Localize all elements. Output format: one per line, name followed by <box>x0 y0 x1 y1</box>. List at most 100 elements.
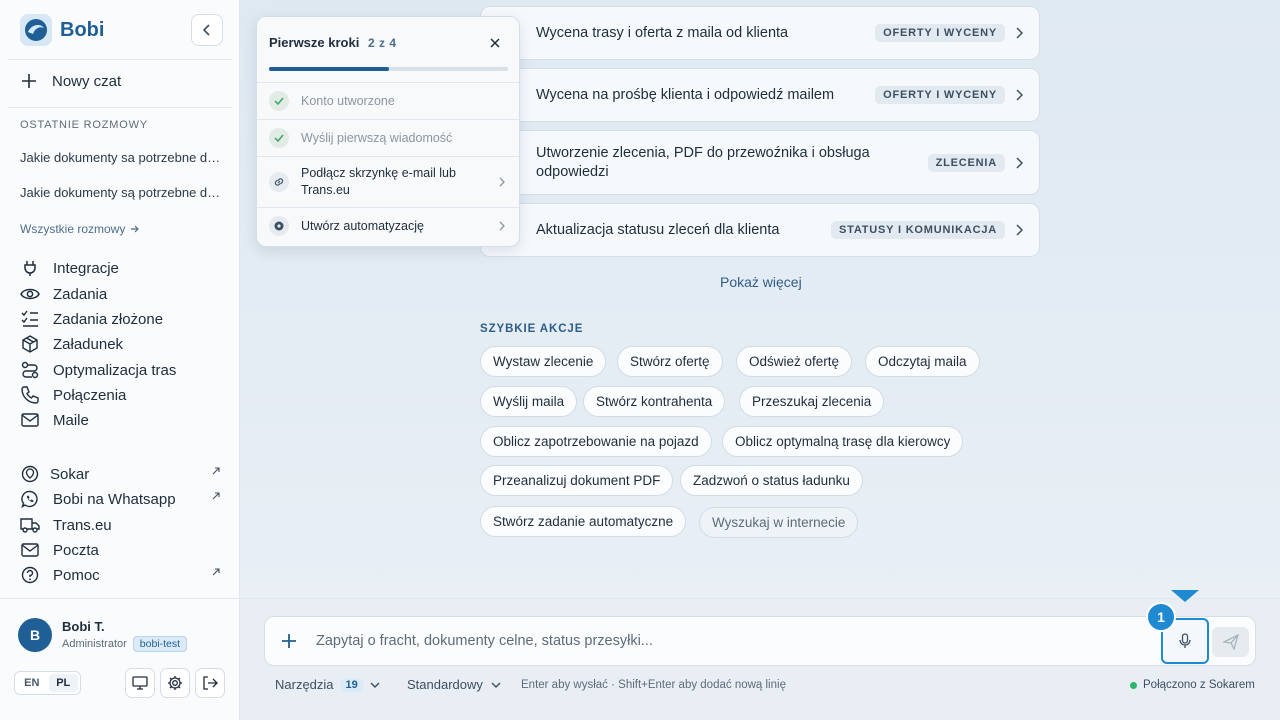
onboarding-step[interactable]: Utwórz automatyzację <box>257 207 519 244</box>
nav-item-maile[interactable]: Maile <box>20 409 220 431</box>
card-category-badge: OFERTY I WYCENY <box>875 86 1005 104</box>
recent-conversation[interactable]: Jakie dokumenty sa potrzebne do... <box>20 150 225 165</box>
quick-action-chip[interactable]: Oblicz optymalną trasę dla kierowcy <box>722 426 964 457</box>
onboarding-step[interactable]: Podłącz skrzynkę e-mail lub Trans.eu <box>257 156 519 207</box>
quick-action-chip[interactable]: Wyszukaj w internecie <box>699 507 859 538</box>
brand[interactable]: Bobi <box>20 14 104 46</box>
close-popup-button[interactable] <box>487 35 503 51</box>
phone-icon <box>20 385 40 405</box>
brand-name: Bobi <box>60 18 105 41</box>
quick-action-chip[interactable]: Przeanalizuj dokument PDF <box>480 465 674 496</box>
bobi-logo-icon <box>20 14 52 46</box>
suggestion-card[interactable]: Aktualizacja statusu zleceń dla klienta … <box>480 203 1040 257</box>
avatar: B <box>18 618 52 652</box>
onboarding-popup: Pierwsze kroki 2 z 4 Konto utworzone Wyś… <box>256 16 520 247</box>
settings-button[interactable] <box>160 668 190 698</box>
onboarding-progress-bar <box>269 67 508 71</box>
nav-item-zaladunek[interactable]: Załadunek <box>20 333 220 355</box>
route-icon <box>20 360 40 380</box>
attach-button[interactable] <box>278 630 300 652</box>
quick-action-chip[interactable]: Odśwież ofertę <box>736 346 853 377</box>
nav-item-integracje[interactable]: Integracje <box>20 257 220 279</box>
nav-label: Zadania złożone <box>53 310 164 328</box>
recent-conversation[interactable]: Jakie dokumenty są potrzebne do... <box>20 185 225 200</box>
quick-action-chip[interactable]: Stwórz zadanie automatyczne <box>480 506 687 537</box>
lang-pl-button[interactable]: PL <box>48 674 78 692</box>
nav-label: Maile <box>53 411 89 429</box>
link-whatsapp[interactable]: Bobi na Whatsapp <box>20 488 220 510</box>
collapse-sidebar-button[interactable] <box>191 14 223 46</box>
gear-icon <box>269 216 289 236</box>
nav-item-optymalizacja-tras[interactable]: Optymalizacja tras <box>20 359 220 381</box>
step-label: Konto utworzone <box>301 93 395 108</box>
all-conversations-label: Wszystkie rozmowy <box>20 222 126 236</box>
chevron-right-icon <box>499 221 505 231</box>
microphone-icon <box>1179 633 1191 648</box>
location-icon <box>20 464 40 484</box>
link-trans-eu[interactable]: Trans.eu <box>20 514 220 536</box>
new-chat-button[interactable]: Nowy czat <box>20 72 121 90</box>
user-profile[interactable]: B Bobi T. Administrator bobi-test <box>18 618 188 652</box>
display-button[interactable] <box>125 668 155 698</box>
chevron-right-icon <box>1016 27 1023 39</box>
link-poczta[interactable]: Poczta <box>20 539 220 561</box>
connection-status: Połączono z Sokarem <box>1130 679 1255 691</box>
external-link-icon <box>212 568 220 576</box>
lang-en-button[interactable]: EN <box>17 674 47 692</box>
mode-label: Standardowy <box>407 677 483 692</box>
step-label: Wyślij pierwszą wiadomość <box>301 130 453 145</box>
monitor-icon <box>132 676 148 690</box>
link-pomoc[interactable]: Pomoc <box>20 564 220 586</box>
link-sokar[interactable]: Sokar <box>20 463 220 485</box>
card-title: Aktualizacja statusu zleceń dla klienta <box>536 221 780 238</box>
quick-action-chip[interactable]: Przeszukaj zlecenia <box>739 386 885 417</box>
mode-dropdown[interactable]: Standardowy <box>407 677 501 692</box>
card-title: Wycena trasy i oferta z maila od klienta <box>536 24 789 41</box>
plus-icon <box>282 634 296 648</box>
quick-action-chip[interactable]: Stwórz ofertę <box>617 346 723 377</box>
logout-button[interactable] <box>195 668 225 698</box>
chevron-right-icon <box>1016 156 1023 169</box>
check-icon <box>269 91 289 111</box>
link-label: Pomoc <box>53 566 100 584</box>
quick-action-chip[interactable]: Wyślij maila <box>480 386 578 417</box>
link-label: Poczta <box>53 541 99 559</box>
mail-icon <box>20 410 40 430</box>
popup-title: Pierwsze kroki <box>269 35 360 50</box>
suggestion-card[interactable]: Utworzenie zlecenia, PDF do przewoźnika … <box>480 130 1040 195</box>
divider <box>0 598 240 599</box>
show-more-link[interactable]: Pokaż więcej <box>720 274 802 290</box>
quick-actions-title: SZYBKIE AKCJE <box>480 323 584 335</box>
all-conversations-link[interactable]: Wszystkie rozmowy <box>20 222 140 236</box>
arrow-right-icon <box>131 225 140 233</box>
user-role: Administrator <box>62 637 127 650</box>
connection-status-label: Połączono z Sokarem <box>1143 679 1255 691</box>
chat-input[interactable] <box>316 630 1146 652</box>
quick-action-chip[interactable]: Stwórz kontrahenta <box>583 386 726 417</box>
quick-action-chip[interactable]: Wystaw zlecenie <box>480 346 607 377</box>
close-icon <box>490 38 500 48</box>
suggestion-card[interactable]: Wycena trasy i oferta z maila od klienta… <box>480 6 1040 60</box>
link-label: Trans.eu <box>53 516 112 534</box>
user-name: Bobi T. <box>62 618 105 634</box>
card-category-badge: STATUSY I KOMUNIKACJA <box>831 221 1005 239</box>
nav-label: Optymalizacja tras <box>53 361 177 379</box>
send-button[interactable] <box>1212 627 1249 657</box>
suggestion-card[interactable]: Wycena na prośbę klienta i odpowiedź mai… <box>480 68 1040 122</box>
chevron-right-icon <box>499 177 505 187</box>
package-icon <box>20 334 40 354</box>
link-icon <box>269 172 289 192</box>
nav-item-zadania-zlozone[interactable]: Zadania złożone <box>20 308 220 330</box>
new-chat-label: Nowy czat <box>52 72 122 90</box>
card-category-badge: ZLECENIA <box>927 153 1005 172</box>
chevron-right-icon <box>1016 89 1023 101</box>
quick-action-chip[interactable]: Odczytaj maila <box>865 346 980 377</box>
nav-item-zadania[interactable]: Zadania <box>20 283 220 305</box>
nav-item-polaczenia[interactable]: Połączenia <box>20 384 220 406</box>
tools-count-badge: 19 <box>339 677 364 692</box>
tour-step-marker: 1 <box>1146 602 1176 632</box>
tools-dropdown[interactable]: Narzędzia 19 <box>275 677 380 692</box>
tour-marker-arrow <box>1171 590 1199 602</box>
quick-action-chip[interactable]: Zadzwoń o status ładunku <box>680 465 863 496</box>
quick-action-chip[interactable]: Oblicz zapotrzebowanie na pojazd <box>480 426 712 457</box>
